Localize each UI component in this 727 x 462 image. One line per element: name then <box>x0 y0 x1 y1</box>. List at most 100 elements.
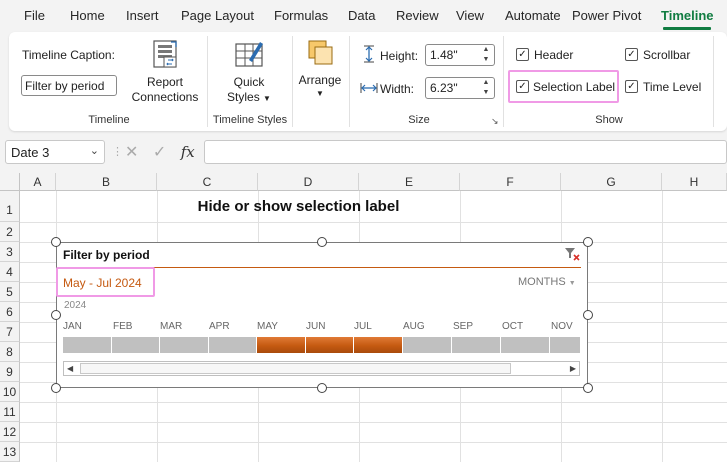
resize-handle-top-right[interactable] <box>583 237 593 247</box>
tab-view[interactable]: View <box>456 8 484 23</box>
tab-review[interactable]: Review <box>396 8 439 23</box>
resize-handle-left[interactable] <box>51 310 61 320</box>
month-label-feb: FEB <box>113 321 133 332</box>
spinner-arrows-icon[interactable]: ▲ ▼ <box>481 78 491 98</box>
timeline-styles-group-label: Timeline Styles <box>212 114 288 126</box>
tab-page-layout[interactable]: Page Layout <box>181 8 254 23</box>
month-tile-sep[interactable] <box>452 337 500 353</box>
scrollbar-thumb[interactable] <box>80 363 511 374</box>
clear-filter-icon[interactable] <box>564 247 580 261</box>
width-spinner[interactable]: 6.23" ▲ ▼ <box>425 77 495 99</box>
chevron-down-icon: ▼ <box>316 89 324 98</box>
row-header-9[interactable]: 9 <box>0 362 20 382</box>
resize-handle-right[interactable] <box>583 310 593 320</box>
quick-styles-label-1: Quick <box>233 75 265 89</box>
width-icon <box>360 83 378 93</box>
arrange-label: Arrange <box>298 73 342 87</box>
time-level-checkbox[interactable]: ✓ <box>625 80 638 93</box>
tab-formulas[interactable]: Formulas <box>274 8 328 23</box>
month-tile-mar[interactable] <box>160 337 208 353</box>
name-box[interactable]: Date 3 ⌄ <box>5 140 105 164</box>
column-header-g[interactable]: G <box>561 173 662 191</box>
header-checkbox[interactable]: ✓ <box>516 48 529 61</box>
row-header-2[interactable]: 2 <box>0 222 20 242</box>
height-spinner[interactable]: 1.48" ▲ ▼ <box>425 44 495 66</box>
month-tile-jul[interactable] <box>354 337 402 353</box>
gridline <box>20 442 727 443</box>
height-label: Height: <box>380 49 419 63</box>
month-tile-jan[interactable] <box>63 337 111 353</box>
row-header-13[interactable]: 13 <box>0 442 20 462</box>
timeline-slicer[interactable]: Filter by period May - Jul 2024 MONTHS ▼… <box>56 242 588 388</box>
select-all-corner[interactable] <box>0 173 20 191</box>
selection-label-checkbox[interactable]: ✓ <box>516 80 529 93</box>
row-header-10[interactable]: 10 <box>0 382 20 402</box>
tab-timeline[interactable]: Timeline <box>661 8 714 23</box>
enter-icon[interactable]: ✓ <box>153 144 166 161</box>
timeline-scrollbar[interactable]: ◀ ▶ <box>63 361 580 376</box>
timeline-caption-input[interactable]: Filter by period <box>21 75 117 96</box>
month-tile-apr[interactable] <box>209 337 256 353</box>
row-header-11[interactable]: 11 <box>0 402 20 422</box>
tab-data[interactable]: Data <box>348 8 375 23</box>
column-header-b[interactable]: B <box>56 173 157 191</box>
column-header-a[interactable]: A <box>20 173 56 191</box>
dialog-launcher-icon[interactable]: ↘ <box>491 116 499 127</box>
scrollbar-checkbox[interactable]: ✓ <box>625 48 638 61</box>
month-tile-oct[interactable] <box>501 337 549 353</box>
column-header-f[interactable]: F <box>460 173 561 191</box>
active-tab-indicator <box>663 27 711 30</box>
row-header-5[interactable]: 5 <box>0 282 20 302</box>
report-connections-button[interactable]: Report Connections <box>127 38 203 108</box>
selection-label-label: Selection Label <box>533 80 616 94</box>
arrange-button[interactable]: Arrange ▼ <box>296 38 344 102</box>
timeline-caption: Filter by period <box>63 248 150 262</box>
group-separator <box>207 36 208 127</box>
chevron-down-icon[interactable]: ⌄ <box>90 144 99 157</box>
row-header-4[interactable]: 4 <box>0 262 20 282</box>
timeline-year: 2024 <box>64 300 87 311</box>
formula-bar-buttons: ✕ ✓ fx <box>125 142 195 162</box>
insert-function-button[interactable]: fx <box>181 143 195 161</box>
month-label-nov: NOV <box>551 321 573 332</box>
formula-input[interactable] <box>204 140 727 164</box>
row-header-3[interactable]: 3 <box>0 242 20 262</box>
gridline <box>20 222 727 223</box>
tab-power-pivot[interactable]: Power Pivot <box>572 8 641 23</box>
month-tile-feb[interactable] <box>112 337 159 353</box>
column-header-e[interactable]: E <box>359 173 460 191</box>
tab-home[interactable]: Home <box>70 8 105 23</box>
gridline <box>20 402 727 403</box>
time-level-dropdown[interactable]: MONTHS ▼ <box>518 276 576 288</box>
resize-handle-bottom-left[interactable] <box>51 383 61 393</box>
row-header-12[interactable]: 12 <box>0 422 20 442</box>
tab-insert[interactable]: Insert <box>126 8 159 23</box>
row-header-7[interactable]: 7 <box>0 322 20 342</box>
month-label-may: MAY <box>257 321 278 332</box>
report-connections-label-1: Report <box>146 75 184 89</box>
column-header-c[interactable]: C <box>157 173 258 191</box>
resize-handle-bottom-right[interactable] <box>583 383 593 393</box>
resize-handle-top-left[interactable] <box>51 237 61 247</box>
cancel-icon[interactable]: ✕ <box>125 144 138 161</box>
row-header-1[interactable]: 1 <box>0 191 20 222</box>
tab-file[interactable]: File <box>24 8 45 23</box>
column-header-d[interactable]: D <box>258 173 359 191</box>
spinner-arrows-icon[interactable]: ▲ ▼ <box>481 45 491 65</box>
month-tile-nov[interactable] <box>550 337 580 353</box>
time-level-label: Time Level <box>643 80 702 94</box>
row-header-6[interactable]: 6 <box>0 302 20 322</box>
resize-handle-top[interactable] <box>317 237 327 247</box>
gridline <box>20 422 727 423</box>
resize-handle-bottom[interactable] <box>317 383 327 393</box>
tab-automate[interactable]: Automate <box>505 8 561 23</box>
quick-styles-button[interactable]: Quick Styles ▼ <box>219 38 279 108</box>
column-header-h[interactable]: H <box>662 173 727 191</box>
scroll-left-icon[interactable]: ◀ <box>67 364 73 373</box>
scroll-right-icon[interactable]: ▶ <box>570 364 576 373</box>
month-tile-jun[interactable] <box>306 337 353 353</box>
sheet-title: Hide or show selection label <box>197 198 400 215</box>
month-tile-aug[interactable] <box>403 337 451 353</box>
month-tile-may[interactable] <box>257 337 305 353</box>
row-header-8[interactable]: 8 <box>0 342 20 362</box>
